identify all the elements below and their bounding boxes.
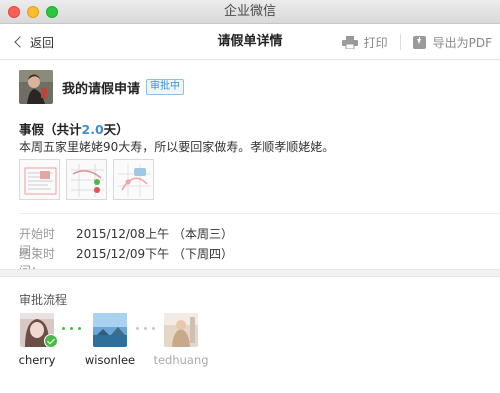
attachment-thumbnail[interactable]	[113, 159, 154, 200]
approver-tedhuang[interactable]: tedhuang	[146, 313, 216, 367]
approver-name: cherry	[18, 353, 56, 367]
status-badge: 审批中	[146, 79, 185, 95]
applicant-header: 我的请假申请 审批中	[19, 70, 185, 104]
section-separator	[0, 269, 500, 277]
application-title: 我的请假申请	[62, 81, 141, 97]
avatar	[19, 70, 53, 104]
window-titlebar: 企业微信	[0, 0, 500, 24]
approved-check-icon	[44, 334, 58, 348]
attachment-thumbnail[interactable]	[19, 159, 60, 200]
toolbar-divider	[399, 34, 401, 50]
approver-wisonlee[interactable]: wisonlee	[75, 313, 145, 367]
avatar	[164, 313, 198, 347]
print-label: 打印	[363, 35, 388, 50]
print-button[interactable]: 打印	[341, 34, 388, 51]
leave-reason: 本周五家里姥姥90大寿，所以要回家做寿。孝顺孝顺姥姥。	[19, 140, 335, 154]
approval-flow: cherry wisonlee tedhuang	[0, 313, 500, 373]
attachment-thumbnail[interactable]	[66, 159, 107, 200]
approver-name: wisonlee	[84, 353, 136, 367]
leave-days: 2.0	[81, 122, 104, 137]
nav-actions: 打印 导出为PDF	[341, 24, 492, 60]
connector-dot	[136, 327, 139, 330]
attachment-list	[19, 159, 160, 200]
leave-type-suffix: 天）	[103, 122, 129, 137]
leave-type: 事假（共计2.0天）	[19, 119, 129, 138]
window-title: 企业微信	[223, 4, 276, 19]
avatar	[93, 313, 127, 347]
approval-flow-title: 审批流程	[19, 293, 68, 307]
printer-icon	[341, 35, 358, 49]
download-icon	[412, 35, 426, 49]
nav-bar: 返回 请假单详情 打印 导出为PDF	[0, 24, 500, 60]
connector-dot	[70, 327, 73, 330]
approver-cherry[interactable]: cherry	[2, 313, 72, 367]
leave-type-prefix: 事假（共计	[19, 122, 82, 137]
export-pdf-button[interactable]: 导出为PDF	[412, 34, 492, 51]
export-label: 导出为PDF	[432, 35, 492, 50]
section-divider	[19, 213, 500, 214]
connector-dot	[62, 327, 65, 330]
approver-name: tedhuang	[153, 353, 209, 367]
